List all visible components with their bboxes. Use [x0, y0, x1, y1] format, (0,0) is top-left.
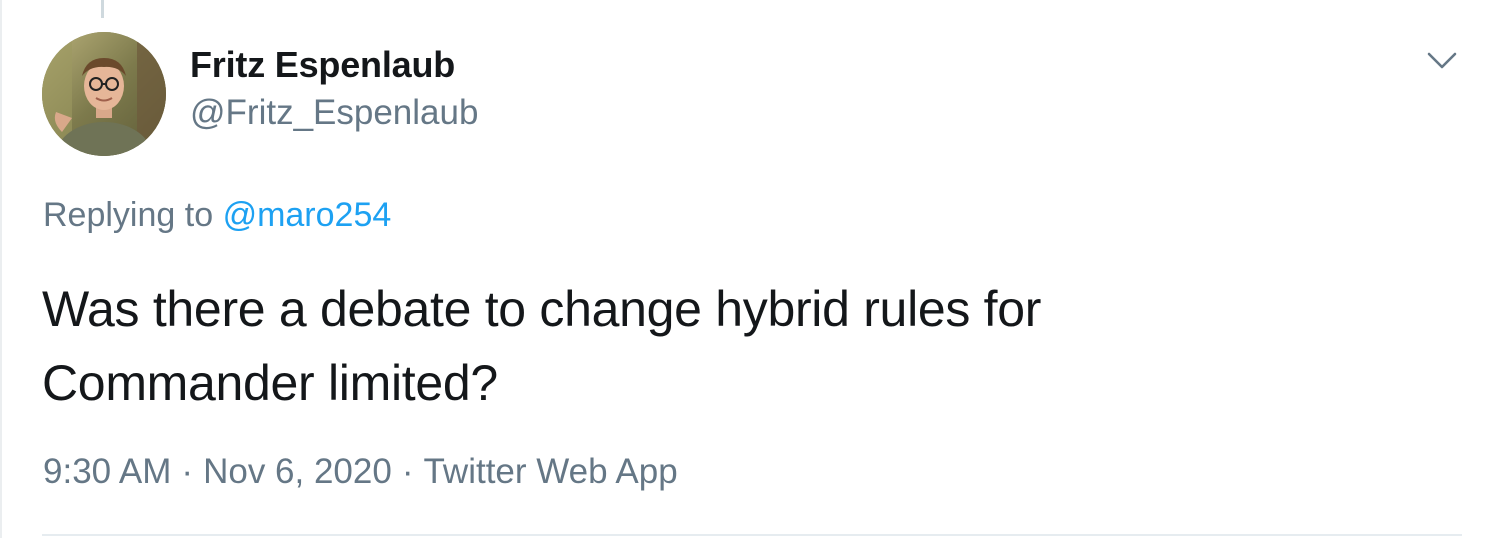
- reply-context-prefix: Replying to: [43, 196, 214, 234]
- tweet-meta: 9:30 AM · Nov 6, 2020 · Twitter Web App: [43, 452, 678, 492]
- tweet-text: Was there a debate to change hybrid rule…: [42, 272, 1342, 420]
- avatar-photo: [42, 32, 166, 156]
- meta-separator: ·: [401, 452, 414, 491]
- tweet-source-link[interactable]: Twitter Web App: [423, 452, 677, 491]
- author-handle[interactable]: @Fritz_Espenlaub: [190, 93, 478, 133]
- chevron-down-icon: [1427, 52, 1457, 69]
- tweet-card: Fritz Espenlaub @Fritz_Espenlaub Replyin…: [0, 0, 1502, 538]
- avatar[interactable]: [42, 32, 166, 156]
- more-options-button[interactable]: [1422, 44, 1462, 78]
- tweet-date-link[interactable]: Nov 6, 2020: [203, 452, 392, 491]
- thread-connector-line: [101, 0, 104, 18]
- reply-context: Replying to @maro254: [43, 196, 391, 235]
- divider: [42, 534, 1462, 536]
- tweet-text-line: Commander limited?: [42, 355, 498, 411]
- author-name[interactable]: Fritz Espenlaub: [190, 44, 455, 86]
- meta-separator: ·: [181, 452, 194, 491]
- tweet-time-link[interactable]: 9:30 AM: [43, 452, 171, 491]
- reply-mention-link[interactable]: @maro254: [223, 196, 392, 234]
- left-border: [0, 0, 2, 538]
- tweet-text-line: Was there a debate to change hybrid rule…: [42, 281, 1042, 337]
